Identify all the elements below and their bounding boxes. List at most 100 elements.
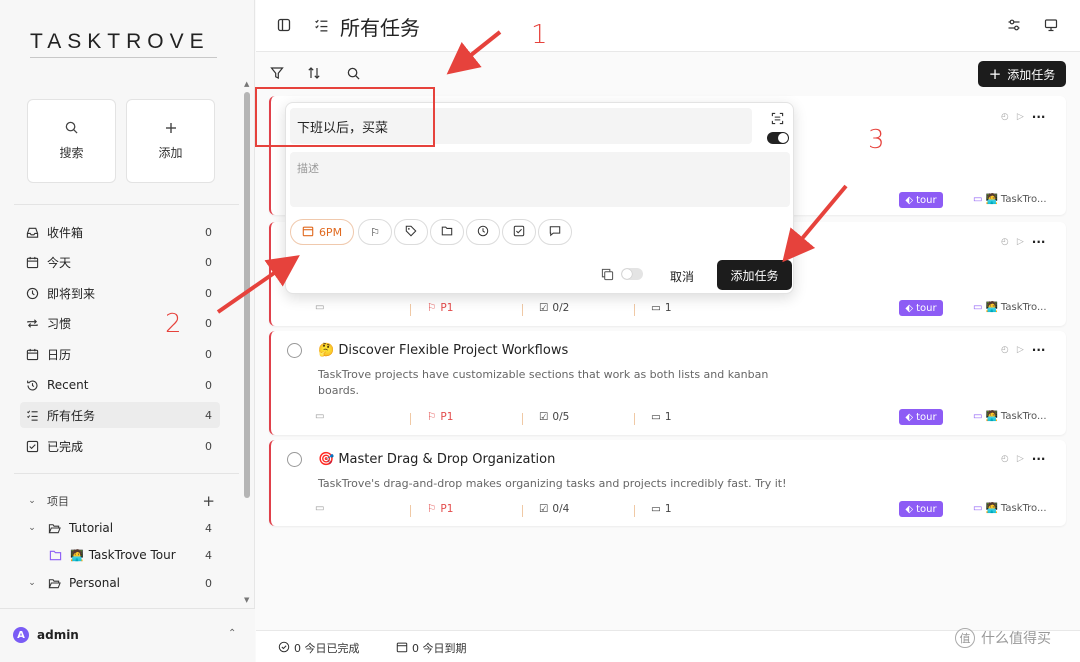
quick-add-button[interactable]: 添加 bbox=[126, 99, 215, 183]
comments-label: 1 bbox=[664, 411, 672, 423]
ai-parse-toggle[interactable] bbox=[767, 132, 789, 144]
priority-meta[interactable]: ⚐ P1 bbox=[427, 503, 453, 515]
more-icon[interactable]: ··· bbox=[1032, 235, 1046, 249]
priority-meta[interactable]: ⚐ P1 bbox=[427, 302, 453, 314]
more-icon[interactable]: ··· bbox=[1032, 110, 1046, 124]
tag-badge[interactable]: ⬖ tour bbox=[899, 501, 943, 517]
date-chip[interactable]: 6PM bbox=[290, 219, 354, 245]
task-card[interactable]: 🎯 Master Drag & Drop Organization TaskTr… bbox=[269, 440, 1066, 526]
card-actions: ◴ ▷ ··· bbox=[1001, 110, 1045, 124]
sidebar-divider bbox=[14, 473, 239, 474]
label-chip[interactable] bbox=[394, 219, 428, 245]
filter-icon[interactable] bbox=[269, 65, 285, 81]
tag-badge[interactable]: ⬖ tour bbox=[899, 300, 943, 316]
avatar-emoji-icon: 🧑‍💻 bbox=[70, 548, 84, 562]
comments-meta[interactable]: ▭ 1 bbox=[651, 503, 672, 515]
sidebar-item-completed[interactable]: 已完成 0 bbox=[20, 433, 220, 459]
task-checkbox[interactable] bbox=[287, 343, 302, 358]
sidebar-item-all-tasks[interactable]: 所有任务 4 bbox=[20, 402, 220, 428]
task-title[interactable]: 🎯 Master Drag & Drop Organization bbox=[318, 452, 555, 467]
scroll-up-arrow[interactable]: ▲ bbox=[244, 80, 249, 88]
more-icon[interactable]: ··· bbox=[1032, 452, 1046, 466]
sidebar-item-today[interactable]: 今天 0 bbox=[20, 249, 220, 275]
settings-sliders-icon[interactable] bbox=[1006, 17, 1022, 33]
task-card[interactable]: 🤔 Discover Flexible Project Workflows Ta… bbox=[269, 331, 1066, 435]
tag-badge[interactable]: ⬖ tour bbox=[899, 192, 943, 208]
project-link[interactable]: ▭ 🧑‍💻 TaskTro... bbox=[973, 194, 1047, 205]
play-icon[interactable]: ▷ bbox=[1017, 112, 1024, 122]
project-chip[interactable] bbox=[430, 219, 464, 245]
comments-meta[interactable]: ▭ 1 bbox=[651, 411, 672, 423]
copy-icon[interactable] bbox=[601, 268, 614, 284]
comment-chip[interactable] bbox=[538, 219, 572, 245]
sidebar-group-personal[interactable]: ⌄ Personal 0 bbox=[20, 570, 220, 596]
project-link[interactable]: ▭ 🧑‍💻 TaskTro... bbox=[973, 411, 1047, 422]
timer-icon[interactable]: ◴ bbox=[1001, 454, 1009, 464]
date-meta[interactable]: ▭ bbox=[315, 302, 324, 313]
priority-chip[interactable]: ⚐ bbox=[358, 219, 392, 245]
task-title[interactable]: 🤔 Discover Flexible Project Workflows bbox=[318, 343, 568, 358]
date-meta[interactable]: ▭ bbox=[315, 411, 324, 422]
annotation-number-1: 1 bbox=[531, 20, 548, 50]
create-more-toggle[interactable] bbox=[621, 268, 643, 280]
folder-icon bbox=[441, 225, 453, 240]
subtasks-meta[interactable]: ☑ 0/2 bbox=[539, 302, 569, 314]
check-circle-icon bbox=[278, 641, 290, 656]
check-square-icon: ☑ bbox=[539, 411, 549, 423]
flag-icon: ⚐ bbox=[427, 503, 437, 515]
card-actions: ◴ ▷ ··· bbox=[1001, 235, 1045, 249]
submit-task-button[interactable]: 添加任务 bbox=[717, 260, 792, 290]
project-link[interactable]: ▭ 🧑‍💻 TaskTro... bbox=[973, 302, 1047, 313]
more-icon[interactable]: ··· bbox=[1032, 343, 1046, 357]
projects-section-header[interactable]: ⌄ 项目 + bbox=[20, 488, 220, 514]
priority-meta[interactable]: ⚐ P1 bbox=[427, 411, 453, 423]
chevron-down-icon: ⌄ bbox=[28, 496, 36, 506]
timer-icon[interactable]: ◴ bbox=[1001, 237, 1009, 247]
task-emoji-icon: 🤔 bbox=[318, 343, 335, 358]
scan-icon[interactable] bbox=[771, 112, 784, 128]
tag-label: tour bbox=[916, 194, 937, 206]
date-meta[interactable]: ▭ bbox=[315, 503, 324, 514]
user-menu[interactable]: A admin ⌃ bbox=[0, 608, 255, 662]
sidebar-item-habits[interactable]: 习惯 0 bbox=[20, 310, 220, 336]
subtasks-meta[interactable]: ☑ 0/4 bbox=[539, 503, 569, 515]
group-label: Tutorial bbox=[69, 521, 114, 535]
monitor-icon[interactable] bbox=[1043, 17, 1059, 33]
due-today[interactable]: 0 今日到期 bbox=[396, 640, 467, 656]
quick-search-button[interactable]: 搜索 bbox=[27, 99, 116, 183]
sidebar-item-recent[interactable]: Recent 0 bbox=[20, 372, 220, 398]
sidebar-item-upcoming[interactable]: 即将到来 0 bbox=[20, 280, 220, 306]
task-checkbox[interactable] bbox=[287, 452, 302, 467]
project-link[interactable]: ▭ 🧑‍💻 TaskTro... bbox=[973, 503, 1047, 514]
cancel-button[interactable]: 取消 bbox=[670, 268, 694, 285]
check-square-icon bbox=[25, 439, 39, 453]
subtask-chip[interactable] bbox=[502, 219, 536, 245]
timer-icon[interactable]: ◴ bbox=[1001, 112, 1009, 122]
sidebar-project-tasktrove-tour[interactable]: 🧑‍💻 TaskTrove Tour 4 bbox=[20, 542, 220, 568]
play-icon[interactable]: ▷ bbox=[1017, 454, 1024, 464]
description-field[interactable]: 描述 bbox=[290, 152, 790, 207]
completed-today[interactable]: 0 今日已完成 bbox=[278, 640, 360, 656]
project-count: 4 bbox=[205, 548, 212, 562]
sidebar-scrollbar[interactable] bbox=[244, 92, 250, 498]
sidebar-item-inbox[interactable]: 收件箱 0 bbox=[20, 219, 220, 245]
search-icon bbox=[65, 121, 78, 138]
subtasks-meta[interactable]: ☑ 0/5 bbox=[539, 411, 569, 423]
add-task-button[interactable]: + 添加任务 bbox=[978, 61, 1066, 87]
play-icon[interactable]: ▷ bbox=[1017, 345, 1024, 355]
scroll-down-arrow[interactable]: ▼ bbox=[244, 596, 249, 604]
sidebar-item-calendar[interactable]: 日历 0 bbox=[20, 341, 220, 367]
tag-badge[interactable]: ⬖ tour bbox=[899, 409, 943, 425]
add-project-icon[interactable]: + bbox=[202, 492, 215, 510]
comments-meta[interactable]: ▭ 1 bbox=[651, 302, 672, 314]
play-icon[interactable]: ▷ bbox=[1017, 237, 1024, 247]
reminder-chip[interactable] bbox=[466, 219, 500, 245]
sidebar-toggle-icon[interactable] bbox=[276, 17, 292, 33]
plus-icon bbox=[165, 122, 177, 138]
timer-icon[interactable]: ◴ bbox=[1001, 345, 1009, 355]
sidebar-group-tutorial[interactable]: ⌄ Tutorial 4 bbox=[20, 515, 220, 541]
sort-icon[interactable] bbox=[306, 65, 322, 81]
sidebar-divider bbox=[14, 204, 239, 205]
calendar-icon bbox=[302, 225, 314, 240]
search-icon[interactable] bbox=[345, 65, 361, 81]
